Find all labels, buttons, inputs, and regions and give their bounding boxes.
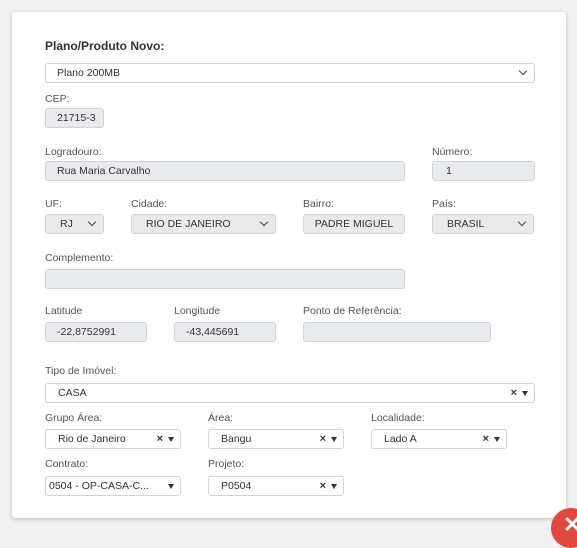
complemento-field[interactable] bbox=[45, 269, 405, 289]
localidade-value: Lado A bbox=[384, 433, 417, 445]
caret-down-icon bbox=[331, 437, 337, 442]
uf-select[interactable]: RJ bbox=[45, 214, 104, 234]
cidade-select[interactable]: RIO DE JANEIRO bbox=[131, 214, 276, 234]
localidade-label: Localidade: bbox=[371, 412, 425, 424]
uf-label: UF: bbox=[45, 198, 62, 210]
area-value: Bangu bbox=[221, 433, 252, 445]
clear-icon[interactable]: × bbox=[320, 477, 326, 495]
chevron-down-icon bbox=[517, 217, 527, 227]
close-icon: ✕ bbox=[563, 512, 577, 537]
plano-value: Plano 200MB bbox=[57, 67, 121, 79]
logradouro-label: Logradouro: bbox=[45, 146, 102, 158]
chevron-down-icon bbox=[259, 217, 269, 227]
grupo-area-label: Grupo Área: bbox=[45, 412, 103, 424]
clear-icon[interactable]: × bbox=[483, 430, 489, 448]
clear-icon[interactable]: × bbox=[320, 430, 326, 448]
plano-label: Plano/Produto Novo: bbox=[45, 39, 165, 53]
localidade-select[interactable]: Lado A × bbox=[371, 429, 507, 449]
contrato-label: Contrato: bbox=[45, 458, 89, 470]
clear-icon[interactable]: × bbox=[157, 430, 163, 448]
clear-icon[interactable]: × bbox=[511, 384, 517, 402]
caret-down-icon bbox=[494, 437, 500, 442]
cidade-value: RIO DE JANEIRO bbox=[146, 218, 231, 230]
logradouro-field[interactable]: Rua Maria Carvalho bbox=[45, 161, 405, 181]
pais-select[interactable]: BRASIL bbox=[432, 214, 534, 234]
caret-down-icon bbox=[331, 484, 337, 489]
latitude-field[interactable]: -22,8752991 bbox=[45, 322, 147, 342]
pais-value: BRASIL bbox=[447, 218, 485, 230]
caret-down-icon bbox=[168, 484, 174, 489]
projeto-label: Projeto: bbox=[208, 458, 245, 470]
numero-field[interactable]: 1 bbox=[432, 161, 535, 181]
caret-down-icon bbox=[168, 437, 174, 442]
numero-label: Número: bbox=[432, 146, 473, 158]
area-select[interactable]: Bangu × bbox=[208, 429, 344, 449]
uf-value: RJ bbox=[60, 218, 73, 230]
contrato-value: 0504 - OP-CASA-C... bbox=[49, 480, 149, 492]
projeto-select[interactable]: P0504 × bbox=[208, 476, 344, 496]
bairro-label: Bairro: bbox=[303, 198, 334, 210]
cidade-label: Cidade: bbox=[131, 198, 168, 210]
bairro-field[interactable]: PADRE MIGUEL bbox=[303, 214, 405, 234]
longitude-value: -43,445691 bbox=[186, 326, 240, 338]
referencia-label: Ponto de Referência: bbox=[303, 305, 402, 317]
numero-value: 1 bbox=[446, 165, 452, 177]
pais-label: País: bbox=[432, 198, 456, 210]
logradouro-value: Rua Maria Carvalho bbox=[57, 165, 151, 177]
bairro-value: PADRE MIGUEL bbox=[314, 218, 394, 230]
grupo-area-value: Rio de Janeiro bbox=[58, 433, 126, 445]
referencia-field[interactable] bbox=[303, 322, 491, 342]
cep-label: CEP: bbox=[45, 93, 70, 105]
caret-down-icon bbox=[522, 391, 528, 396]
cep-field[interactable]: 21715-3 bbox=[45, 108, 104, 128]
latitude-value: -22,8752991 bbox=[57, 326, 116, 338]
area-label: Área: bbox=[208, 412, 234, 424]
tipo-imovel-select[interactable]: CASA × bbox=[45, 383, 535, 403]
grupo-area-select[interactable]: Rio de Janeiro × bbox=[45, 429, 181, 449]
longitude-field[interactable]: -43,445691 bbox=[174, 322, 276, 342]
contrato-select[interactable]: 0504 - OP-CASA-C... bbox=[45, 476, 181, 496]
projeto-value: P0504 bbox=[221, 480, 252, 492]
complemento-label: Complemento: bbox=[45, 252, 114, 264]
tipo-imovel-label: Tipo de Imóvel: bbox=[45, 365, 117, 377]
chevron-down-icon bbox=[87, 217, 97, 227]
latitude-label: Latitude bbox=[45, 305, 83, 317]
longitude-label: Longitude bbox=[174, 305, 221, 317]
close-button[interactable]: ✕ bbox=[551, 508, 577, 548]
chevron-down-icon bbox=[518, 66, 528, 76]
tipo-imovel-value: CASA bbox=[58, 387, 87, 399]
cep-value: 21715-3 bbox=[57, 112, 96, 124]
plano-select[interactable]: Plano 200MB bbox=[45, 63, 535, 83]
